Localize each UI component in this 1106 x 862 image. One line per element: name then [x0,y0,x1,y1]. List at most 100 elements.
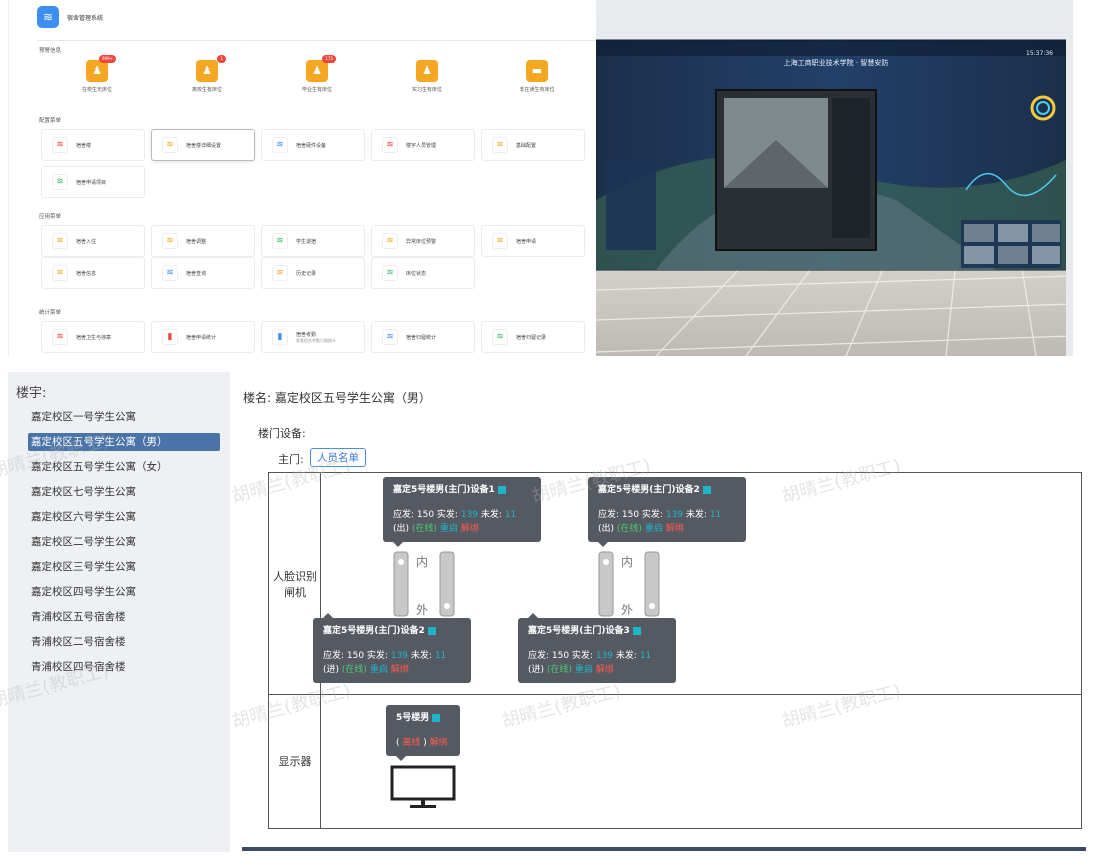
app-card[interactable]: ≋ 宿舍入住 [41,225,145,257]
row-label-display: 显示器 [278,755,312,768]
bar-chart-icon: ▮ [162,329,178,345]
layers-icon: ≋ [492,137,508,153]
app-card[interactable]: ≋ 历史记录 [261,257,365,289]
app-card[interactable]: ≋ 宿舍信息 [41,257,145,289]
app-card[interactable]: ≋ 宿舍申请 [481,225,585,257]
user-alert-icon: ♟ [416,60,438,82]
layers-icon: ≋ [492,329,508,345]
layers-icon: ≋ [52,137,68,153]
layers-icon: ≋ [52,329,68,345]
building-item[interactable]: 嘉定校区二号学生公寓 [28,533,220,551]
building-item[interactable]: 嘉定校区六号学生公寓 [28,508,220,526]
alert-label: 毕业生有床位 [301,87,332,93]
app-card[interactable]: ≋ 异常床位预警 [371,225,475,257]
svg-text:外: 外 [416,603,428,617]
unbind-button[interactable]: 解绑 [596,665,614,675]
layers-icon: ≋ [52,265,68,281]
alert-section-title: 预警信息 [39,48,62,54]
layers-icon: ≋ [382,329,398,345]
video-wall-photo: 上海工商职业技术学院 · 智慧安防 15:37:36 [596,0,1073,356]
device-square-icon [702,486,711,494]
door-devices-label: 楼门设备: [258,427,306,440]
building-name: 楼名: 嘉定校区五号学生公寓（男） [243,391,431,405]
layers-icon: ≋ [382,233,398,249]
alert-badge: 999+ [99,55,116,63]
building-item[interactable]: 青浦校区二号宿舍楼 [28,633,220,651]
unbind-button[interactable]: 解绑 [391,665,409,675]
alert-item[interactable]: ♟ 999+ 在校生无床位 [57,55,137,93]
config-card[interactable]: ≋ 宿舍申请项目 [41,166,145,198]
user-alert-icon: ♟ 999+ [86,55,116,82]
table-divider [268,694,1082,695]
display-name: 5号楼男 [396,713,430,723]
stats-card[interactable]: ≋ 宿舍卫生与违章 [41,321,145,353]
display-tooltip: 5号楼男 ( 离线 ) 解绑 [386,705,460,761]
stats-card[interactable]: ▮ 宿舍考勤 查看宿舍考勤归寝统计 [261,321,365,353]
config-card[interactable]: ≋ 宿舍楼详细设置 [151,129,255,161]
alert-item[interactable]: ♟ 175 毕业生有床位 [277,55,357,93]
layers-icon: ≋ [52,174,68,190]
config-card[interactable]: ≋ 宿舍硬件设备 [261,129,365,161]
roster-button[interactable]: 人员名单 [310,448,366,467]
layers-icon: ≋ [162,265,178,281]
app-title: 宿舍管理系统 [67,14,104,22]
layers-icon: ≋ [272,233,288,249]
layers-icon: ≋ [162,233,178,249]
app-section-title: 应用菜单 [39,214,62,220]
stats-card[interactable]: ≋ 宿舍归寝统计 [371,321,475,353]
user-alert-icon: ♟ 1 [196,55,226,82]
layers-icon: ≋ [492,233,508,249]
row-label-gate: 人脸识别闸机 [273,570,317,599]
building-item[interactable]: 嘉定校区一号学生公寓 [28,408,220,426]
alert-item[interactable]: ♟ 实习生有床位 [387,60,467,93]
app-card[interactable]: ≋ 学生退宿 [261,225,365,257]
app-card[interactable]: ≋ 宿舍调整 [151,225,255,257]
alert-badge: 175 [322,55,336,63]
layers-icon: ≋ [382,265,398,281]
building-item-active[interactable]: 嘉定校区五号学生公寓（男） [28,433,220,451]
restart-button[interactable]: 重启 [575,665,593,675]
alert-label: 实习生有床位 [411,87,442,93]
building-item[interactable]: 嘉定校区三号学生公寓 [28,558,220,576]
device-tooltip: 嘉定5号楼男(主门)设备2 应发: 150 实发: 139 未发: 11 (出)… [588,477,746,547]
stats-card[interactable]: ▮ 宿舍申请统计 [151,321,255,353]
video-wall-illustration [596,0,1073,356]
turnstile-gate-icon: 内 外 [598,551,660,617]
config-section-title: 配置菜单 [39,118,62,124]
layers-icon: ≋ [272,265,288,281]
building-item[interactable]: 青浦校区四号宿舍楼 [28,658,220,676]
layers-icon: ≋ [162,137,178,153]
app-card[interactable]: ≋ 宿舍查询 [151,257,255,289]
alert-label: 离校生有床位 [191,87,222,93]
dashboard-screenshot: ≋ 宿舍管理系统 预警信息 ♟ 999+ 在校生无床位 ♟ 1 离校生有床位 ♟ 17… [8,0,596,356]
offline-status: 离线 [402,738,421,748]
svg-text:内: 内 [416,555,428,569]
layers-icon: ≋ [52,233,68,249]
building-item[interactable]: 青浦校区五号宿舍楼 [28,608,220,626]
svg-text:内: 内 [621,555,633,569]
unbind-button[interactable]: 解绑 [461,524,479,534]
alert-item[interactable]: ▬ 非在读生有床位 [497,60,577,93]
config-card[interactable]: ≋ 楼宇人员管理 [371,129,475,161]
app-card[interactable]: ≋ 床位状态 [371,257,475,289]
building-item[interactable]: 嘉定校区四号学生公寓 [28,583,220,601]
stats-card[interactable]: ≋ 宿舍归寝记录 [481,321,585,353]
stats-section-title: 统计菜单 [39,310,62,316]
restart-button[interactable]: 重启 [370,665,388,675]
unbind-button[interactable]: 解绑 [430,738,448,748]
restart-button[interactable]: 重启 [645,524,663,534]
online-status: (在线) [616,524,642,534]
restart-button[interactable]: 重启 [440,524,458,534]
building-item[interactable]: 嘉定校区五号学生公寓（女） [28,458,220,476]
config-card[interactable]: ≋ 基础配置 [481,129,585,161]
unbind-button[interactable]: 解绑 [666,524,684,534]
svg-text:外: 外 [621,603,633,617]
config-card[interactable]: ≋ 宿舍楼 [41,129,145,161]
device-tooltip: 嘉定5号楼男(主门)设备3 应发: 150 实发: 139 未发: 11 (进)… [518,613,676,683]
online-status: (在线) [546,665,572,675]
building-item[interactable]: 嘉定校区七号学生公寓 [28,483,220,501]
alert-item[interactable]: ♟ 1 离校生有床位 [167,55,247,93]
alert-label: 非在读生有床位 [519,87,555,93]
device-name: 嘉定5号楼男(主门)设备2 [323,626,425,636]
app-header: ≋ 宿舍管理系统 [37,6,103,28]
